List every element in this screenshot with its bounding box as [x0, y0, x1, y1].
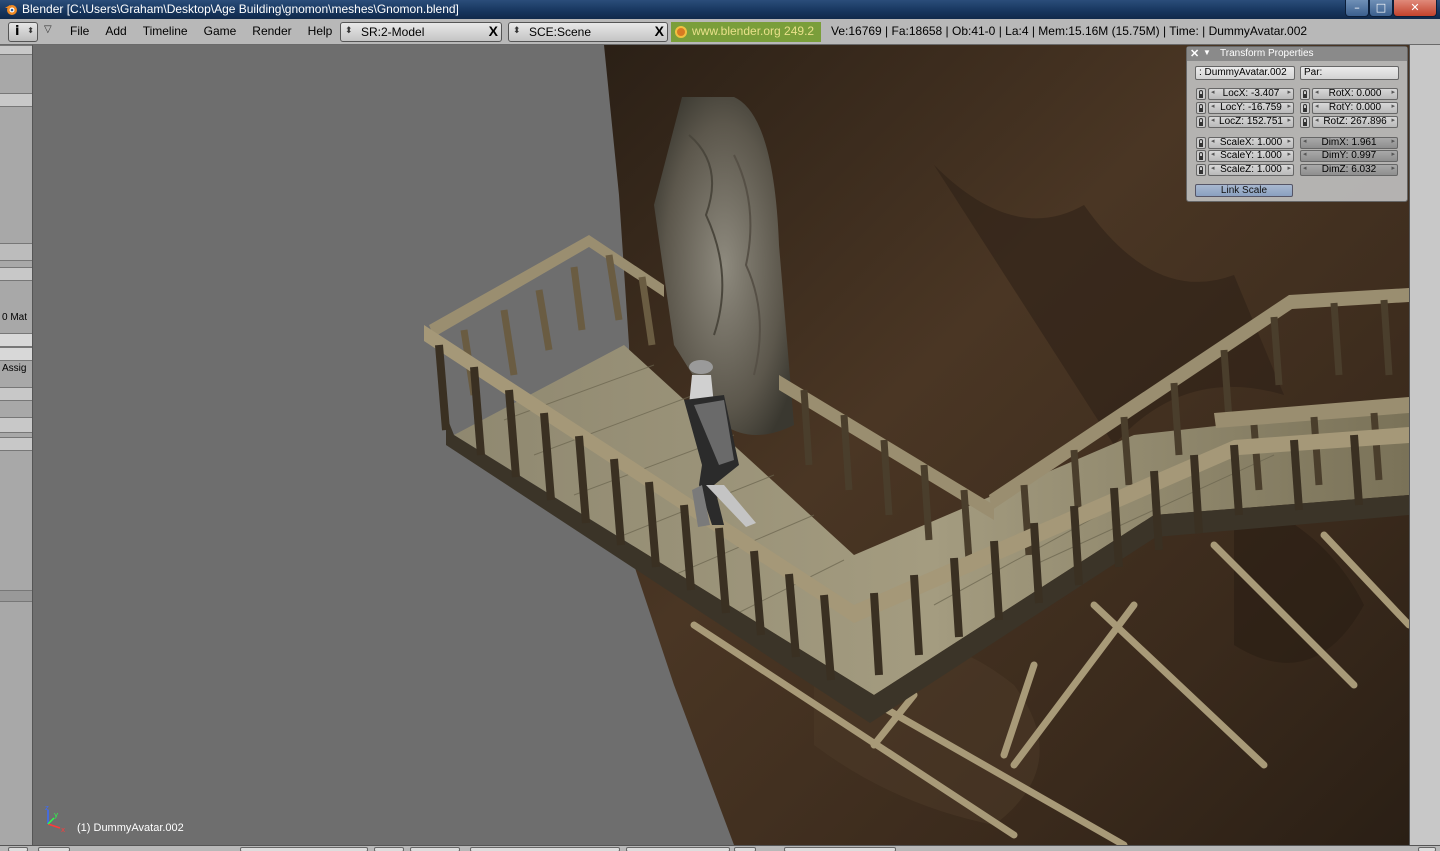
collapse-menu-icon[interactable]: ▽: [44, 24, 52, 35]
collapse-panel-icon[interactable]: ▼: [1203, 48, 1211, 57]
pivot-button[interactable]: [410, 847, 460, 851]
menu-game[interactable]: Game: [196, 24, 245, 38]
view-menu-button[interactable]: [38, 847, 70, 851]
axis-gizmo-icon: z y x: [45, 804, 65, 834]
panel-band: [0, 437, 32, 451]
assign-button[interactable]: Assig: [2, 363, 26, 374]
blender-header: i ⬍ ▽ File Add Timeline Game Render Help…: [0, 19, 1440, 45]
screen-selector[interactable]: ⬍ SR:2-Model X: [340, 22, 502, 42]
object-name-field[interactable]: : DummyAvatar.002: [1195, 66, 1295, 80]
menu-add[interactable]: Add: [97, 24, 134, 38]
axis-label-z: z: [45, 804, 49, 812]
scene-stats: Ve:16769 | Fa:18658 | Ob:41-0 | La:4 | M…: [831, 24, 1308, 38]
lock-icon[interactable]: [1300, 88, 1310, 100]
loc-y-field[interactable]: ◂ LocY: -16.759 ▸: [1208, 102, 1294, 114]
panel-band: [0, 243, 32, 261]
mode-selector[interactable]: [240, 847, 368, 851]
panel-button[interactable]: [0, 347, 32, 361]
material-count-label: 0 Mat: [2, 312, 28, 323]
maximize-button[interactable]: □: [1369, 0, 1393, 17]
object-name-value: : DummyAvatar.002: [1199, 67, 1287, 78]
transform-properties-panel: ✕ ▼ Transform Properties : DummyAvatar.0…: [1186, 46, 1408, 202]
main-menu: File Add Timeline Game Render Help: [62, 24, 340, 38]
minimize-button[interactable]: –: [1345, 0, 1369, 17]
link-scale-button[interactable]: Link Scale: [1195, 184, 1293, 197]
info-icon: i: [15, 24, 20, 39]
rot-z-field[interactable]: ◂ RotZ: 267.896 ▸: [1312, 116, 1398, 128]
scale-y-field[interactable]: ◂ ScaleY: 1.000 ▸: [1208, 150, 1294, 162]
rot-y-field[interactable]: ◂ RotY: 0.000 ▸: [1312, 102, 1398, 114]
dim-x-field[interactable]: ◂ DimX: 1.961 ▸: [1300, 137, 1398, 149]
close-panel-icon[interactable]: ✕: [1190, 47, 1199, 60]
lock-button[interactable]: [734, 847, 756, 851]
blender-window: Blender [C:\Users\Graham\Desktop\Age Bui…: [0, 0, 1440, 851]
lock-icon[interactable]: [1196, 88, 1206, 100]
panel-title: Transform Properties: [1220, 48, 1314, 59]
loc-z-field[interactable]: ◂ LocZ: 152.751 ▸: [1208, 116, 1294, 128]
scene-name[interactable]: SCE:Scene: [529, 25, 591, 39]
scene-selector[interactable]: ⬍ SCE:Scene X: [508, 22, 668, 42]
layer-buttons[interactable]: [626, 847, 730, 851]
panel-band: [0, 93, 32, 107]
lock-icon[interactable]: [1300, 116, 1310, 128]
scroll-button[interactable]: [1418, 847, 1436, 851]
lock-icon[interactable]: [1300, 102, 1310, 114]
panel-button[interactable]: [0, 387, 32, 401]
title-bar: Blender [C:\Users\Graham\Desktop\Age Bui…: [0, 0, 1440, 19]
window-type-button[interactable]: [8, 847, 28, 851]
updown-arrow-icon: ⬍: [27, 26, 34, 35]
window-type-selector[interactable]: i ⬍: [8, 22, 38, 42]
dim-z-field[interactable]: ◂ DimZ: 6.032 ▸: [1300, 164, 1398, 176]
screen-name[interactable]: SR:2-Model: [361, 25, 424, 39]
lock-icon[interactable]: [1196, 116, 1206, 128]
scale-z-field[interactable]: ◂ ScaleZ: 1.000 ▸: [1208, 164, 1294, 176]
delete-scene-button[interactable]: X: [655, 23, 664, 39]
render-buttons[interactable]: [784, 847, 896, 851]
parent-field[interactable]: Par:: [1300, 66, 1399, 80]
lock-icon[interactable]: [1196, 102, 1206, 114]
widget-buttons[interactable]: [470, 847, 620, 851]
rot-x-field[interactable]: ◂ RotX: 0.000 ▸: [1312, 88, 1398, 100]
panel-band: [0, 45, 32, 55]
axis-label-x: x: [61, 826, 65, 834]
parent-value: Par:: [1304, 67, 1323, 78]
lock-icon[interactable]: [1196, 137, 1206, 149]
dim-y-field[interactable]: ◂ DimY: 0.997 ▸: [1300, 150, 1398, 162]
axis-label-y: y: [54, 811, 58, 819]
close-window-button[interactable]: ✕: [1393, 0, 1437, 17]
lock-icon[interactable]: [1196, 164, 1206, 176]
updown-arrow-icon: ⬍: [345, 25, 353, 35]
panel-band: [0, 417, 32, 433]
blender-website-link[interactable]: www.blender.org 249.2: [671, 22, 821, 42]
window-title: Blender [C:\Users\Graham\Desktop\Age Bui…: [22, 2, 459, 16]
active-object-label: (1) DummyAvatar.002: [77, 822, 184, 834]
scrollbar[interactable]: [0, 590, 32, 602]
delete-screen-button[interactable]: X: [489, 23, 498, 39]
lock-icon[interactable]: [1196, 150, 1206, 162]
blender-logo-icon: [675, 26, 687, 38]
viewport-header-bar: [0, 845, 1440, 851]
panel-band: [0, 267, 32, 281]
loc-x-field[interactable]: ◂ LocX: -3.407 ▸: [1208, 88, 1294, 100]
panel-button[interactable]: [0, 333, 32, 347]
right-window-edge: [1409, 45, 1440, 851]
buttons-window-strip: 0 Mat Assig: [0, 45, 33, 851]
menu-file[interactable]: File: [62, 24, 97, 38]
draw-type-button[interactable]: [374, 847, 404, 851]
scale-x-field[interactable]: ◂ ScaleX: 1.000 ▸: [1208, 137, 1294, 149]
panel-header[interactable]: ✕ ▼ Transform Properties: [1187, 47, 1407, 61]
menu-render[interactable]: Render: [244, 24, 299, 38]
menu-help[interactable]: Help: [300, 24, 341, 38]
blender-logo-icon: [5, 5, 17, 15]
updown-arrow-icon: ⬍: [513, 25, 521, 35]
website-label[interactable]: www.blender.org 249.2: [692, 24, 814, 38]
menu-timeline[interactable]: Timeline: [135, 24, 196, 38]
